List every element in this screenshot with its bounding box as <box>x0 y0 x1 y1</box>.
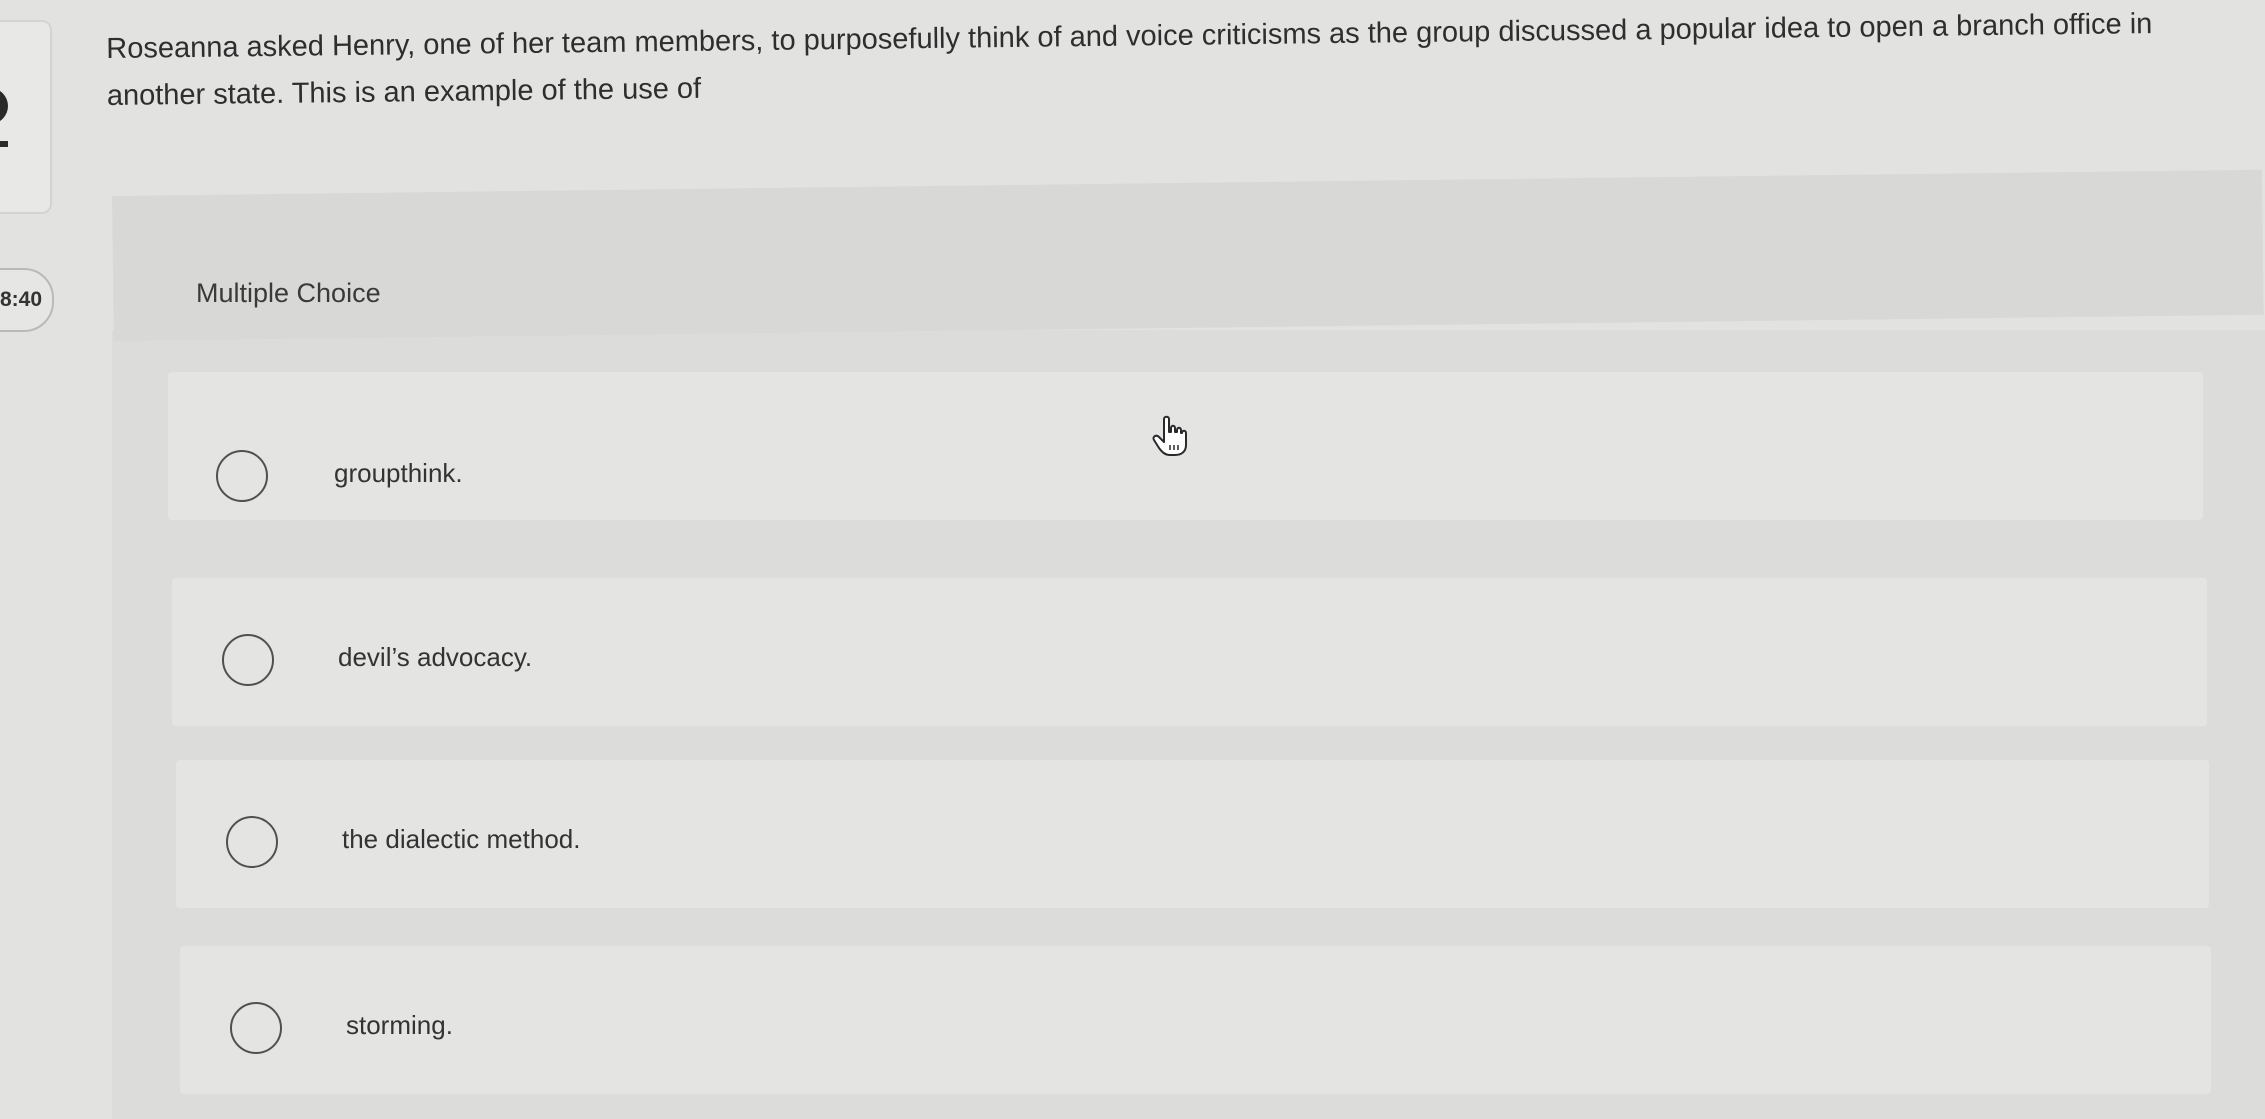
side-panel <box>0 20 52 214</box>
radio-button[interactable] <box>226 816 278 868</box>
radio-button[interactable] <box>230 1002 282 1054</box>
timer-text: 8:40 <box>0 288 42 311</box>
choice-storming[interactable]: storming. <box>180 946 2211 1094</box>
radio-button[interactable] <box>216 450 268 502</box>
choice-devils-advocacy[interactable]: devil’s advocacy. <box>172 578 2207 726</box>
choice-dialectic-method[interactable]: the dialectic method. <box>176 760 2209 908</box>
radio-button[interactable] <box>222 634 274 686</box>
hand-pointer-icon <box>1152 415 1187 456</box>
choice-label: storming. <box>346 1010 453 1040</box>
question-text: Roseanna asked Henry, one of her team me… <box>106 8 2153 112</box>
choice-label: the dialectic method. <box>342 824 581 854</box>
choice-label: devil’s advocacy. <box>338 642 533 672</box>
side-indicator-tick <box>0 141 8 147</box>
question-type-header <box>112 169 2264 341</box>
timer-badge: 8:40 <box>0 268 54 332</box>
choice-label: groupthink. <box>334 458 463 488</box>
question-type-label: Multiple Choice <box>196 278 381 308</box>
